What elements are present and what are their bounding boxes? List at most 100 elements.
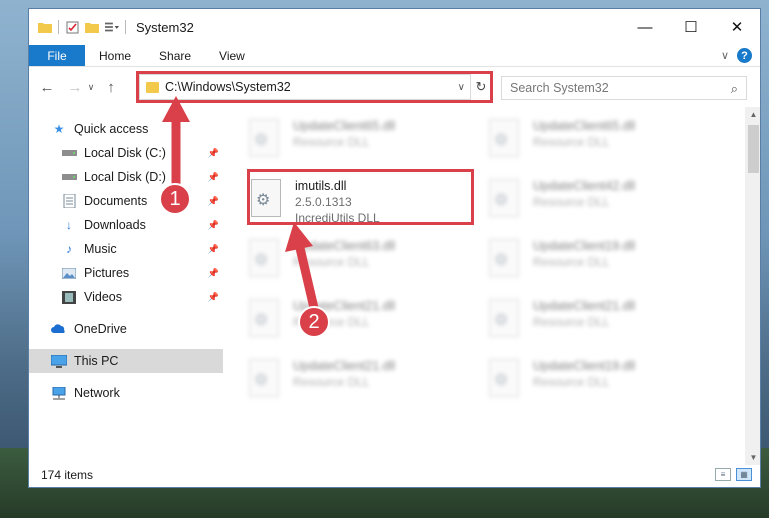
expand-ribbon-icon[interactable]: ∨	[721, 49, 729, 62]
minimize-button[interactable]: —	[622, 9, 668, 45]
sidebar-item-label: Quick access	[74, 122, 149, 136]
pin-icon[interactable]: 📌	[208, 220, 219, 231]
customize-toolbar-icon[interactable]	[105, 21, 119, 34]
sidebar-item-label: Videos	[84, 290, 122, 304]
properties-icon[interactable]	[65, 21, 79, 34]
dll-file-icon: ⚙	[249, 359, 279, 397]
drive-icon	[61, 146, 77, 160]
tab-view[interactable]: View	[205, 45, 259, 66]
music-icon: ♪	[66, 242, 72, 256]
navigation-bar: ← → ∨ ↑ C:\Windows\System32 ∨ ↻ Search S…	[29, 67, 760, 107]
close-button[interactable]: ✕	[714, 9, 760, 45]
sidebar-item-onedrive[interactable]: OneDrive	[29, 317, 223, 341]
sidebar-item-label: Local Disk (C:)	[84, 146, 166, 160]
file-name: UpdateClient63.dll	[293, 239, 396, 253]
recent-locations-icon[interactable]: ∨	[85, 82, 97, 93]
pin-icon[interactable]: 📌	[208, 148, 219, 159]
file-item[interactable]: ⚙ UpdateClient19.dll Resource DLL	[489, 359, 635, 397]
folder-icon[interactable]	[38, 21, 52, 34]
view-toggle: ≡ ▦	[715, 468, 752, 481]
pin-icon[interactable]: 📌	[208, 292, 219, 303]
file-explorer-window: System32 — ☐ ✕ File Home Share View ∨ ? …	[28, 8, 761, 488]
file-name: UpdateClient21.dll	[533, 299, 636, 313]
file-item[interactable]: ⚙ UpdateClient21.dll Resource DLL	[489, 299, 635, 337]
dll-file-icon: ⚙	[489, 299, 519, 337]
file-type: Resource DLL	[533, 315, 610, 329]
file-type: Resource DLL	[533, 255, 610, 269]
help-icon[interactable]: ?	[737, 48, 752, 63]
file-type: Resource DLL	[293, 315, 370, 329]
back-button[interactable]: ←	[37, 79, 57, 96]
file-name: UpdateClient19.dll	[533, 359, 636, 373]
search-icon[interactable]: ⌕	[731, 81, 738, 97]
dll-file-icon: ⚙	[249, 119, 279, 157]
search-placeholder: Search System32	[510, 81, 609, 95]
dll-file-icon: ⚙	[489, 239, 519, 277]
sidebar-item-label: OneDrive	[74, 322, 127, 336]
content-area: ★ Quick access Local Disk (C:) 📌 Local D…	[29, 107, 760, 465]
pin-icon[interactable]: 📌	[208, 196, 219, 207]
sidebar-item-label: Downloads	[84, 218, 146, 232]
ribbon-right-controls: ∨ ?	[721, 48, 752, 63]
file-name: UpdateClient21.dll	[293, 299, 396, 313]
file-item[interactable]: ⚙ UpdateClient21.dll Resource DLL	[249, 359, 395, 397]
pin-icon[interactable]: 📌	[208, 244, 219, 255]
forward-button[interactable]: →	[65, 79, 85, 96]
sidebar-item-label: This PC	[74, 354, 119, 368]
dll-file-icon: ⚙	[249, 299, 279, 337]
status-bar: 174 items ≡ ▦	[29, 463, 760, 487]
file-type: Resource DLL	[533, 375, 610, 389]
sidebar-item-local-disk-d[interactable]: Local Disk (D:) 📌	[29, 165, 223, 189]
window-controls: — ☐ ✕	[622, 9, 760, 45]
cloud-icon	[51, 322, 67, 336]
tab-share[interactable]: Share	[145, 45, 205, 66]
dll-file-icon: ⚙	[489, 359, 519, 397]
vertical-scrollbar[interactable]: ▲ ▼	[745, 107, 760, 465]
file-type: Resource DLL	[533, 195, 610, 209]
file-name: UpdateClient21.dll	[293, 359, 396, 373]
search-input[interactable]: Search System32 ⌕	[501, 76, 747, 100]
scrollbar-thumb[interactable]	[748, 125, 759, 173]
maximize-button[interactable]: ☐	[668, 9, 714, 45]
file-name: UpdateClient65.dll	[533, 119, 636, 133]
documents-icon	[61, 194, 77, 208]
large-icons-view-icon[interactable]: ▦	[736, 468, 752, 481]
file-item[interactable]: ⚙ UpdateClient65.dll Resource DLL	[249, 119, 395, 157]
sidebar-item-documents[interactable]: Documents 📌	[29, 189, 223, 213]
videos-icon	[61, 290, 77, 304]
sidebar-item-quick-access[interactable]: ★ Quick access	[29, 117, 223, 141]
file-name: UpdateClient65.dll	[293, 119, 396, 133]
sidebar-item-music[interactable]: ♪ Music 📌	[29, 237, 223, 261]
sidebar-item-pictures[interactable]: Pictures 📌	[29, 261, 223, 285]
computer-icon	[51, 354, 67, 368]
sidebar-item-label: Documents	[84, 194, 148, 208]
item-count: 174 items	[41, 468, 94, 482]
sidebar-item-videos[interactable]: Videos 📌	[29, 285, 223, 309]
pictures-icon	[61, 266, 77, 280]
file-item[interactable]: ⚙ UpdateClient19.dll Resource DLL	[489, 239, 635, 277]
sidebar-item-local-disk-c[interactable]: Local Disk (C:) 📌	[29, 141, 223, 165]
pin-icon[interactable]: 📌	[208, 268, 219, 279]
details-view-icon[interactable]: ≡	[715, 468, 731, 481]
sidebar-item-downloads[interactable]: ↓ Downloads 📌	[29, 213, 223, 237]
sidebar-item-network[interactable]: Network	[29, 381, 223, 405]
new-folder-icon[interactable]	[85, 21, 99, 34]
tab-file[interactable]: File	[29, 45, 85, 66]
scroll-down-icon[interactable]: ▼	[745, 453, 760, 462]
sidebar-item-label: Local Disk (D:)	[84, 170, 166, 184]
window-title: System32	[136, 19, 194, 35]
file-item[interactable]: ⚙ UpdateClient65.dll Resource DLL	[489, 119, 635, 157]
scroll-up-icon[interactable]: ▲	[745, 110, 760, 119]
file-item[interactable]: ⚙ UpdateClient21.dll Resource DLL	[249, 299, 395, 337]
file-item[interactable]: ⚙ UpdateClient42.dll Resource DLL	[489, 179, 635, 217]
up-button[interactable]: ↑	[101, 79, 121, 96]
quick-access-toolbar	[38, 20, 119, 34]
toolbar-divider	[58, 20, 59, 34]
pin-icon[interactable]: 📌	[208, 172, 219, 183]
tab-home[interactable]: Home	[85, 45, 145, 66]
file-list: ⚙ UpdateClient65.dll Resource DLL ⚙ Updat…	[223, 107, 760, 465]
sidebar-item-this-pc[interactable]: This PC	[29, 349, 223, 373]
file-type: Resource DLL	[293, 375, 370, 389]
file-item[interactable]: ⚙ UpdateClient63.dll Resource DLL	[249, 239, 395, 277]
file-name: UpdateClient42.dll	[533, 179, 636, 193]
